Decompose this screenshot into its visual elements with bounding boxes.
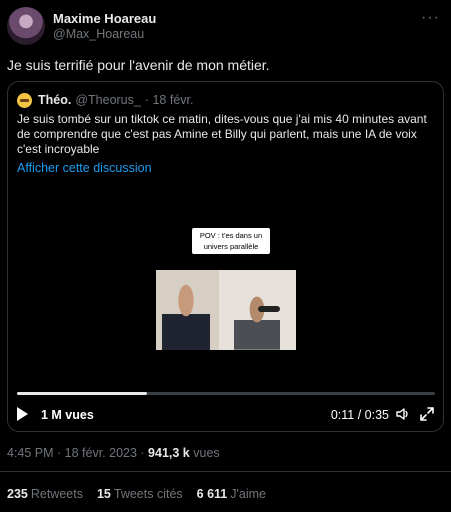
video-frame[interactable]	[156, 270, 296, 350]
quotes-label: Tweets cités	[113, 487, 183, 501]
tweet-stats: 235 Retweets 15 Tweets cités 6 611 J'aime	[7, 487, 266, 501]
divider	[0, 471, 451, 472]
quoted-author-avatar[interactable]	[17, 92, 32, 108]
retweets-label: Retweets	[30, 487, 83, 501]
video-progress-bar[interactable]	[17, 392, 435, 395]
expand-icon[interactable]	[419, 406, 435, 422]
quoted-tweet-header: Théo. @Theorus_ · 18 févr.	[17, 92, 193, 108]
video-caption: POV : t'es dans un univers parallèle	[192, 228, 270, 254]
quoted-tweet-text: Je suis tombé sur un tiktok ce matin, di…	[17, 112, 427, 156]
person-right	[234, 296, 280, 350]
likes-stat[interactable]: 6 611 J'aime	[197, 487, 266, 501]
video-player[interactable]: POV : t'es dans un univers parallèle 1 M…	[8, 182, 443, 431]
author-name[interactable]: Maxime Hoareau	[53, 11, 156, 26]
tweet-header: Maxime Hoareau @Max_Hoareau ···	[7, 7, 444, 45]
quotes-count: 15	[96, 487, 111, 501]
views-label: vues	[193, 446, 220, 460]
tweet-meta: 4:45 PM · 18 févr. 2023 · 941,3 k vues	[7, 446, 220, 460]
likes-count: 6 611	[196, 487, 228, 501]
person-left	[162, 284, 210, 350]
likes-label: J'aime	[230, 487, 266, 501]
retweets-stat[interactable]: 235 Retweets	[7, 487, 83, 501]
play-icon[interactable]	[17, 407, 28, 421]
tweet-datetime[interactable]: 4:45 PM · 18 févr. 2023 ·	[7, 446, 148, 460]
quoted-date[interactable]: · 18 févr.	[145, 93, 194, 107]
more-icon[interactable]: ···	[421, 9, 440, 27]
video-views: 1 M vues	[41, 408, 94, 422]
volume-icon[interactable]	[395, 406, 411, 422]
microphone	[258, 306, 280, 312]
video-controls: 1 M vues 0:11 / 0:35	[17, 404, 435, 426]
video-time: 0:11 / 0:35	[330, 408, 389, 422]
author-handle[interactable]: @Max_Hoareau	[53, 27, 144, 41]
quoted-tweet[interactable]: Théo. @Theorus_ · 18 févr. Je suis tombé…	[7, 81, 444, 432]
views-count: 941,3 k	[148, 446, 190, 460]
quotes-stat[interactable]: 15 Tweets cités	[97, 487, 183, 501]
video-progress-fill	[17, 392, 147, 395]
quoted-author-handle[interactable]: @Theorus_	[75, 93, 141, 107]
author-avatar[interactable]	[7, 7, 45, 45]
retweets-count: 235	[7, 487, 28, 501]
tweet-text: Je suis terrifié pour l'avenir de mon mé…	[7, 57, 270, 73]
show-thread-link[interactable]: Afficher cette discussion	[17, 161, 152, 175]
quoted-author-name[interactable]: Théo.	[38, 93, 71, 107]
